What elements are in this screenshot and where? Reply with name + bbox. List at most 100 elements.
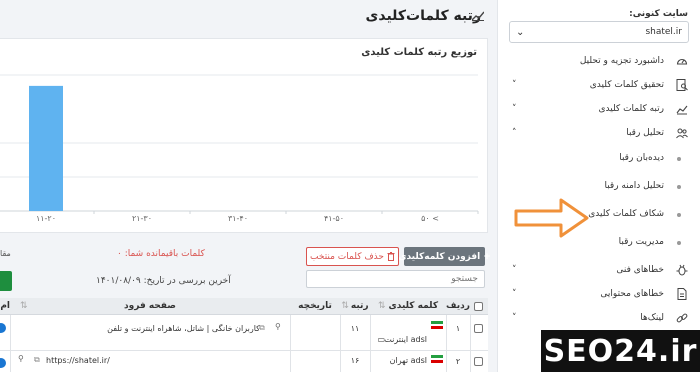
- sidebar-item-links[interactable]: لینک‌ها ˅: [498, 308, 700, 330]
- bullet-dot: [677, 157, 681, 161]
- chart-bar[interactable]: [29, 85, 63, 211]
- add-keyword-label: افزودن کلمه‌کلیدی: [398, 251, 481, 262]
- last-review-date: آخرین بررسی در تاریخ: ۱۴۰۱/۰۸/۰۹: [96, 276, 231, 286]
- sidebar-subitem-label: تحلیل دامنه رقبا: [604, 181, 664, 191]
- rank-distribution-chart: ۱۱-۲۰ ۲۱-۳۰ ۳۱-۴۰ ۴۱-۵۰ ۵۰ <: [0, 74, 479, 223]
- row-action-button[interactable]: [0, 358, 6, 368]
- sidebar-item-label: رتبه کلمات کلیدی: [598, 104, 664, 114]
- sidebar-item-competitor-analysis[interactable]: تحلیل رقبا ˄: [498, 123, 700, 145]
- landing-page-text[interactable]: کاربران خانگی | شاتل، شاهراه اینترنت و ت…: [74, 324, 260, 333]
- row-number: ۱: [455, 324, 461, 333]
- keyword-text[interactable]: adsl تهران: [375, 356, 427, 365]
- sidebar-item-technical-errors[interactable]: خطاهای فنی ˅: [498, 260, 700, 282]
- search-icon[interactable]: ⚲: [275, 322, 281, 331]
- bullet-dot: [677, 241, 681, 245]
- x-tick-label: ۵۰ <: [421, 214, 439, 223]
- header-actions: ام: [0, 301, 10, 311]
- link-icon: [676, 313, 688, 323]
- dashboard-icon: [676, 58, 688, 65]
- rank-value: ۱۶: [350, 356, 360, 365]
- search-icon[interactable]: ⚲: [18, 354, 24, 363]
- site-select[interactable]: ⌄ shatel.ir: [509, 21, 689, 43]
- header-row: ردیف: [446, 301, 470, 311]
- header-history-cell: تاریخچه: [290, 298, 340, 315]
- header-history: تاریخچه: [298, 301, 332, 311]
- pointer-arrow-icon: [514, 198, 589, 238]
- chevron-up-icon: ˄: [512, 128, 517, 138]
- sidebar-item-keyword-research[interactable]: تحقیق کلمات کلیدی ˅: [498, 75, 700, 97]
- delete-selected-button[interactable]: حذف کلمات منتخب: [306, 247, 399, 266]
- bullet-dot: [677, 213, 681, 217]
- add-keyword-button[interactable]: + افزودن کلمه‌کلیدی: [398, 247, 491, 266]
- header-actions-cell: ام: [0, 298, 10, 315]
- bug-icon: [676, 264, 688, 276]
- header-row-cell: ردیف: [446, 298, 470, 315]
- sidebar-item-label: تحقیق کلمات کلیدی: [589, 80, 664, 90]
- sidebar-item-keyword-rank[interactable]: رتبه کلمات کلیدی ˅: [498, 99, 700, 121]
- x-tick-label: ۴۱-۵۰: [324, 214, 344, 223]
- chevron-down-icon: ˅: [512, 80, 517, 90]
- chevron-down-icon: ˅: [512, 289, 517, 299]
- header-rank: رتبه: [350, 301, 369, 311]
- plus-icon: +: [483, 251, 491, 262]
- watermark-logo: SEO24.ir: [541, 330, 700, 372]
- sidebar: سایت کنونی: ⌄ shatel.ir داشبورد تجزیه و …: [497, 0, 700, 372]
- external-link-icon[interactable]: ⧉: [34, 355, 40, 365]
- sidebar-item-label: خطاهای محتوایی: [600, 289, 664, 299]
- file-icon: [677, 288, 687, 300]
- chevron-down-icon: ⌄: [516, 26, 525, 38]
- row-action-button[interactable]: [0, 323, 6, 333]
- external-link-icon[interactable]: ⧉: [259, 323, 265, 333]
- bullet-dot: [677, 185, 681, 189]
- chevron-down-icon: ˅: [512, 313, 517, 323]
- select-all-checkbox[interactable]: [474, 302, 483, 311]
- sort-icon: ⇅: [341, 301, 349, 311]
- header-keyword-cell[interactable]: کلمه کلیدی ⇅: [370, 298, 446, 315]
- main-content: رتبه کلمات‌کلیدی توزیع رتبه کلمات کلیدی …: [0, 0, 497, 372]
- keywords-table: ردیف کلمه کلیدی ⇅ رتبه ⇅ تاریخچه صفحه فرود…: [0, 298, 488, 372]
- iran-flag-icon: [431, 321, 443, 329]
- sidebar-item-content-errors[interactable]: خطاهای محتوایی ˅: [498, 284, 700, 306]
- delete-selected-label: حذف کلمات منتخب: [310, 251, 384, 262]
- sidebar-subitem-label: شکاف کلمات کلیدی: [588, 209, 664, 219]
- compare-label: مقا: [0, 249, 11, 258]
- sidebar-subitem-competitor-domain[interactable]: تحلیل دامنه رقبا: [498, 176, 700, 198]
- users-icon: [676, 128, 688, 139]
- x-tick-label: ۲۱-۳۰: [132, 214, 152, 223]
- remaining-keywords-text: کلمات باقیمانده شما: ۰: [117, 249, 205, 259]
- sort-icon: ⇅: [20, 301, 28, 311]
- sidebar-subitem-competitor-watch[interactable]: دیده‌بان رقبا: [498, 148, 700, 170]
- landing-page-url[interactable]: https://shatel.ir/: [46, 356, 126, 365]
- current-site-label: سایت کنونی:: [629, 9, 688, 19]
- page-title: رتبه کلمات‌کلیدی: [365, 8, 481, 24]
- row-checkbox[interactable]: [474, 324, 483, 333]
- header-rank-cell[interactable]: رتبه ⇅: [340, 298, 370, 315]
- export-button[interactable]: [0, 271, 12, 291]
- x-tick-label: ۱۱-۲۰: [36, 214, 56, 223]
- rank-value: ۱۱: [350, 324, 360, 333]
- sort-icon: ⇅: [377, 301, 386, 311]
- sidebar-subitem-label: مدیریت رقبا: [618, 237, 664, 247]
- x-tick-label: ۳۱-۴۰: [228, 214, 248, 223]
- header-keyword: کلمه کلیدی: [388, 301, 439, 311]
- trash-icon: [387, 252, 395, 261]
- search-doc-icon: [676, 79, 688, 91]
- chart-card: توزیع رتبه کلمات کلیدی ۱۱-۲۰ ۲۱-۳۰ ۳۱-۴۰ ۴۱…: [0, 38, 488, 233]
- chevron-down-icon: ˅: [512, 265, 517, 275]
- header-landing: صفحه فرود: [124, 301, 176, 311]
- sidebar-item-label: داشبورد تجزیه و تحلیل: [579, 56, 664, 66]
- site-select-value: shatel.ir: [645, 27, 682, 37]
- chart-line-icon: [676, 105, 688, 115]
- search-input[interactable]: [306, 270, 485, 288]
- sidebar-item-label: خطاهای فنی: [616, 265, 664, 275]
- sidebar-item-label: لینک‌ها: [640, 313, 664, 323]
- chart-line-icon: [472, 11, 484, 21]
- sidebar-item-dashboard[interactable]: داشبورد تجزیه و تحلیل: [498, 51, 700, 73]
- iran-flag-icon: [431, 355, 443, 363]
- row-checkbox[interactable]: [474, 357, 483, 366]
- chevron-down-icon: ˅: [512, 104, 517, 114]
- header-select-all[interactable]: [470, 298, 488, 315]
- sidebar-subitem-label: دیده‌بان رقبا: [619, 153, 664, 163]
- header-landing-cell[interactable]: صفحه فرود ⇅: [10, 298, 290, 315]
- row-number: ۲: [455, 357, 461, 366]
